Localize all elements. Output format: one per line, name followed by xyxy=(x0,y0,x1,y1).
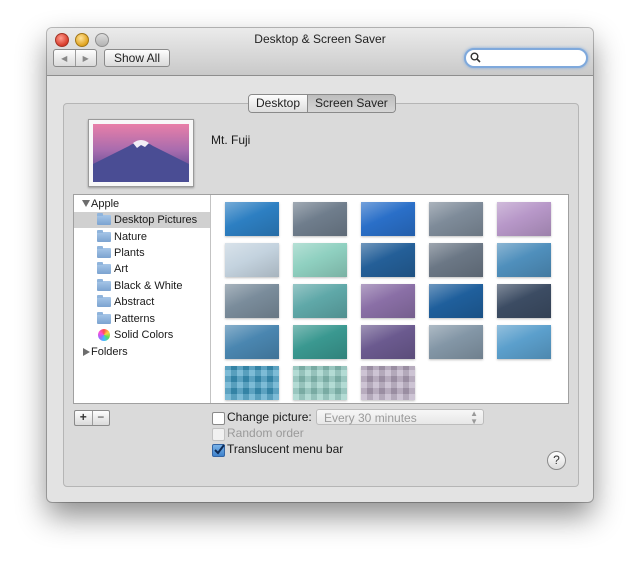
picture-browser: Apple Desktop Pictures Nature Plants Art… xyxy=(73,194,569,404)
disclosure-triangle-icon[interactable] xyxy=(82,200,90,207)
change-picture-label: Change picture: xyxy=(227,410,312,424)
navigation-control: ◀ ▶ xyxy=(53,49,97,67)
wallpaper-thumbnail[interactable] xyxy=(429,243,483,277)
title-bar: Desktop & Screen Saver ◀ ▶ Show All xyxy=(47,28,593,76)
folder-icon xyxy=(97,295,111,307)
wallpaper-thumbnail[interactable] xyxy=(225,202,279,236)
wallpaper-thumbnail[interactable] xyxy=(293,243,347,277)
wallpaper-thumbnail[interactable] xyxy=(225,325,279,359)
popup-arrows-icon: ▲ ▼ xyxy=(470,409,478,426)
group-label: Apple xyxy=(91,198,120,210)
desktop-preview xyxy=(88,119,194,187)
search-icon xyxy=(470,52,481,63)
disclosure-triangle-icon[interactable] xyxy=(83,348,90,356)
add-folder-button[interactable]: + xyxy=(75,411,93,425)
wallpaper-thumbnail[interactable] xyxy=(497,325,551,359)
random-order-label: Random order xyxy=(227,426,304,440)
wallpaper-thumbnail[interactable] xyxy=(361,366,415,400)
folder-icon xyxy=(97,246,111,258)
source-item-abstract[interactable]: Abstract xyxy=(74,294,210,310)
folder-icon xyxy=(97,279,111,291)
interval-popup[interactable]: Every 30 minutes ▲ ▼ xyxy=(316,409,484,426)
wallpaper-thumbnail[interactable] xyxy=(293,202,347,236)
tab-desktop[interactable]: Desktop xyxy=(249,95,308,112)
translucent-menu-bar-label: Translucent menu bar xyxy=(227,442,344,456)
wallpaper-thumbnail[interactable] xyxy=(429,284,483,318)
wallpaper-thumbnail[interactable] xyxy=(429,325,483,359)
source-list: Apple Desktop Pictures Nature Plants Art… xyxy=(74,195,211,403)
help-button[interactable]: ? xyxy=(547,451,566,470)
translucent-menu-bar-checkbox[interactable] xyxy=(212,444,225,457)
wallpaper-thumbnail[interactable] xyxy=(293,366,347,400)
wallpaper-thumbnail[interactable] xyxy=(225,366,279,400)
preferences-window: Desktop & Screen Saver ◀ ▶ Show All Desk… xyxy=(47,28,593,502)
wallpaper-thumbnail[interactable] xyxy=(225,284,279,318)
source-item-label: Abstract xyxy=(114,296,155,308)
color-wheel-icon xyxy=(98,329,110,341)
source-item-patterns[interactable]: Patterns xyxy=(74,311,210,327)
wallpaper-thumbnail[interactable] xyxy=(361,243,415,277)
source-item-nature[interactable]: Nature xyxy=(74,229,210,245)
source-item-solid-colors[interactable]: Solid Colors xyxy=(74,327,210,343)
mt-fuji-preview-image xyxy=(93,124,189,182)
wallpaper-thumbnail[interactable] xyxy=(361,202,415,236)
remove-folder-button[interactable]: − xyxy=(93,411,110,425)
interval-value: Every 30 minutes xyxy=(324,411,417,425)
source-item-desktop-pictures[interactable]: Desktop Pictures xyxy=(74,212,210,228)
show-all-button[interactable]: Show All xyxy=(104,49,170,67)
folder-icon xyxy=(97,230,111,242)
source-item-plants[interactable]: Plants xyxy=(74,245,210,261)
thumbnail-grid xyxy=(211,195,568,403)
source-item-label: Desktop Pictures xyxy=(114,214,198,226)
source-item-label: Nature xyxy=(114,231,148,243)
source-item-art[interactable]: Art xyxy=(74,261,210,277)
wallpaper-thumbnail[interactable] xyxy=(497,202,551,236)
back-arrow-icon[interactable]: ◀ xyxy=(54,50,76,66)
wallpaper-thumbnail[interactable] xyxy=(429,202,483,236)
forward-arrow-icon[interactable]: ▶ xyxy=(76,50,97,66)
wallpaper-thumbnail[interactable] xyxy=(497,284,551,318)
window-title: Desktop & Screen Saver xyxy=(254,32,386,46)
wallpaper-thumbnail[interactable] xyxy=(225,243,279,277)
wallpaper-thumbnail[interactable] xyxy=(361,325,415,359)
random-order-checkbox[interactable] xyxy=(212,428,225,441)
folder-icon xyxy=(97,312,111,324)
picture-title: Mt. Fuji xyxy=(211,133,251,147)
source-group-folders[interactable]: Folders xyxy=(74,344,210,360)
checkmark-icon xyxy=(214,444,225,455)
search-field[interactable] xyxy=(464,48,588,68)
change-picture-checkbox[interactable] xyxy=(212,412,225,425)
group-label: Folders xyxy=(91,346,128,358)
source-item-label: Black & White xyxy=(114,280,183,292)
wallpaper-thumbnail[interactable] xyxy=(293,284,347,318)
source-item-label: Art xyxy=(114,263,129,275)
source-item-black-white[interactable]: Black & White xyxy=(74,278,210,294)
wallpaper-thumbnail[interactable] xyxy=(293,325,347,359)
wallpaper-thumbnail[interactable] xyxy=(497,243,551,277)
source-item-label: Plants xyxy=(114,247,145,259)
folder-icon xyxy=(97,213,111,225)
tab-screen-saver[interactable]: Screen Saver xyxy=(307,95,395,112)
wallpaper-thumbnail[interactable] xyxy=(361,284,415,318)
source-item-label: Solid Colors xyxy=(114,329,174,341)
folder-icon xyxy=(97,262,111,274)
tab-bar: Desktop Screen Saver xyxy=(248,94,396,113)
source-group-apple[interactable]: Apple xyxy=(74,196,210,212)
add-remove-control: + − xyxy=(74,410,110,426)
source-item-label: Patterns xyxy=(114,313,155,325)
